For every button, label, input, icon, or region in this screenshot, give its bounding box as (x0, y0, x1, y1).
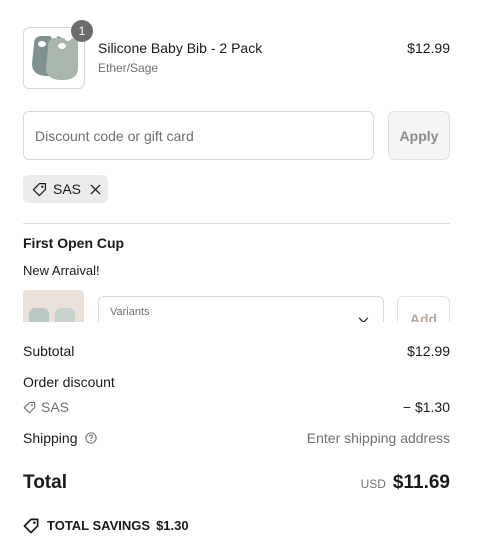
close-icon[interactable] (90, 183, 101, 195)
chevron-down-icon (358, 317, 369, 322)
savings-label: TOTAL SAVINGS (47, 518, 151, 533)
upsell-subtitle: New Arraival! (23, 263, 100, 278)
upsell-title: First Open Cup (23, 235, 125, 251)
cart-line-item: 1 Silicone Baby Bib - 2 Pack Ether/Sage … (23, 20, 450, 89)
apply-discount-button[interactable]: Apply (388, 111, 450, 160)
shipping-row: Shipping Enter shipping address (23, 430, 450, 446)
help-icon[interactable] (85, 432, 98, 444)
tag-icon (23, 401, 36, 413)
subtotal-value: $12.99 (407, 343, 450, 359)
discount-code-name: SAS (41, 399, 70, 415)
total-savings: TOTAL SAVINGS $1.30 (23, 517, 189, 534)
discount-form: Apply (23, 111, 450, 160)
product-price: $12.99 (407, 40, 450, 56)
product-variant: Ether/Sage (98, 61, 159, 75)
order-discount-label: Order discount (23, 374, 115, 390)
subtotal-row: Subtotal $12.99 (23, 343, 450, 359)
variants-label: Variants (110, 306, 150, 318)
subtotal-label: Subtotal (23, 343, 75, 359)
savings-value: $1.30 (156, 518, 189, 533)
applied-discount-code: SAS (53, 181, 82, 197)
upsell-product-image (23, 290, 84, 322)
total-amount: USD $11.69 (361, 472, 450, 494)
applied-discount-tag: SAS (23, 175, 108, 203)
variants-select[interactable]: Variants (98, 296, 384, 322)
product-thumbnail: 1 (23, 20, 93, 89)
upsell-product: Variants Add (0, 288, 500, 322)
shipping-label: Shipping (23, 430, 78, 446)
discount-amount: − $1.30 (402, 399, 450, 415)
bib-product-image (32, 36, 78, 80)
total-label: Total (23, 472, 67, 493)
total-value: $11.69 (392, 472, 450, 493)
shipping-value: Enter shipping address (306, 430, 450, 446)
savings-tag-icon (23, 518, 39, 534)
tag-icon (32, 182, 47, 196)
total-currency: USD (360, 477, 386, 491)
product-name: Silicone Baby Bib - 2 Pack (98, 40, 263, 56)
order-discount-row: Order discount (23, 374, 450, 390)
discount-code-input[interactable] (23, 111, 374, 160)
divider (23, 223, 450, 224)
discount-code-row: SAS − $1.30 (23, 399, 450, 415)
add-upsell-button[interactable]: Add (397, 296, 450, 322)
quantity-badge: 1 (71, 20, 93, 42)
